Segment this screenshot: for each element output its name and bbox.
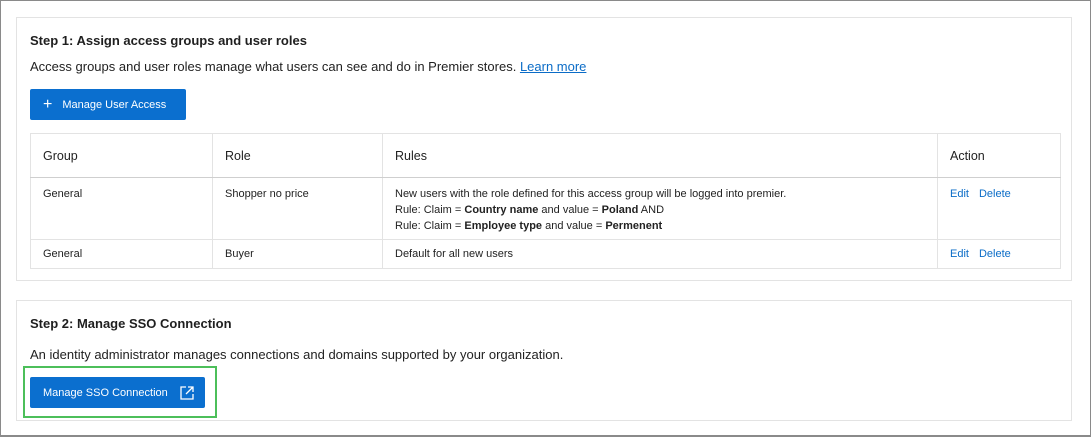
rule-line: Rule: Claim = Country name and value = P… (395, 202, 925, 218)
header-action: Action (937, 133, 1061, 178)
header-group: Group (30, 133, 213, 178)
learn-more-link[interactable]: Learn more (520, 59, 586, 74)
cell-action: Edit Delete (937, 177, 1061, 240)
rule-text: Rule: Claim = (395, 204, 465, 216)
cell-group: General (30, 177, 213, 240)
manage-user-access-button[interactable]: + Manage User Access (30, 89, 186, 120)
header-rules: Rules (382, 133, 938, 178)
step2-description: An identity administrator manages connec… (30, 347, 564, 362)
delete-link[interactable]: Delete (979, 188, 1011, 200)
cell-group: General (30, 239, 213, 269)
rule-text: AND (638, 204, 665, 216)
table-header: Group Role Rules Action (30, 133, 1061, 178)
cell-action: Edit Delete (937, 239, 1061, 269)
step1-panel: Step 1: Assign access groups and user ro… (16, 17, 1072, 281)
edit-link[interactable]: Edit (950, 188, 969, 200)
cell-rules: New users with the role defined for this… (382, 177, 938, 240)
rule-value: Permenent (605, 220, 663, 232)
step1-description: Access groups and user roles manage what… (30, 59, 586, 74)
rule-text: Rule: Claim = (395, 220, 465, 232)
step1-description-text: Access groups and user roles manage what… (30, 59, 517, 74)
rule-text: and value = (542, 220, 606, 232)
table-row: General Shopper no price New users with … (30, 177, 1061, 240)
cell-role: Buyer (212, 239, 383, 269)
manage-user-access-label: Manage User Access (62, 98, 167, 111)
access-groups-table: Group Role Rules Action General Shopper … (30, 133, 1061, 269)
table-row: General Buyer Default for all new users … (30, 239, 1061, 269)
rule-text: and value = (538, 204, 602, 216)
header-role: Role (212, 133, 383, 178)
edit-link[interactable]: Edit (950, 248, 969, 260)
cell-rules: Default for all new users (382, 239, 938, 269)
step1-title: Step 1: Assign access groups and user ro… (30, 33, 307, 48)
delete-link[interactable]: Delete (979, 248, 1011, 260)
rule-line: New users with the role defined for this… (395, 188, 787, 200)
rule-line: Rule: Claim = Employee type and value = … (395, 218, 925, 234)
rule-claim: Employee type (464, 220, 543, 232)
step2-title: Step 2: Manage SSO Connection (30, 316, 232, 331)
rule-value: Poland (601, 204, 639, 216)
plus-icon: + (43, 95, 53, 113)
rule-claim: Country name (464, 204, 539, 216)
highlight-box (23, 366, 217, 418)
cell-role: Shopper no price (212, 177, 383, 240)
